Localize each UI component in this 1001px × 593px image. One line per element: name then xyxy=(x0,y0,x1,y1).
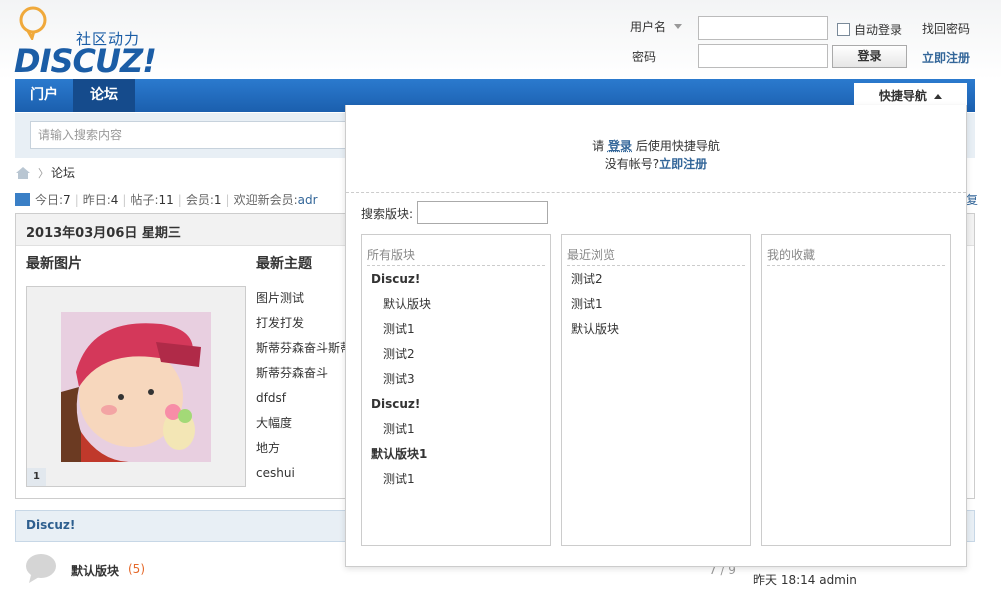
password-input[interactable] xyxy=(698,44,828,68)
latest-photos-heading: 最新图片 xyxy=(26,256,82,272)
username-input[interactable] xyxy=(698,16,828,40)
chevron-down-icon[interactable] xyxy=(674,24,682,30)
login-box: 用户名 自动登录 找回密码 密码 登录 立即注册 xyxy=(620,12,990,72)
stats-new-member-link[interactable]: adr xyxy=(298,193,318,207)
stats-members: 1 xyxy=(213,193,222,207)
login-button[interactable]: 登录 xyxy=(832,45,907,68)
recent-boards-column: 最近浏览 测试2 测试1 默认版块 xyxy=(561,234,751,546)
breadcrumb-separator: 〉 xyxy=(38,167,49,180)
board-item[interactable]: 测试2 xyxy=(371,346,431,371)
recent-board-item[interactable]: 测试2 xyxy=(571,271,619,296)
stats-welcome-label: 欢迎新会员: xyxy=(233,193,298,207)
search-input[interactable]: 请输入搜索内容 xyxy=(30,121,360,149)
stats-posts-label: 帖子: xyxy=(130,193,159,207)
quick-nav-register-prompt: 没有帐号?立即注册 xyxy=(604,157,708,171)
topic-item[interactable]: ceshui xyxy=(256,465,356,490)
quick-nav-register-link[interactable]: 立即注册 xyxy=(659,157,707,171)
all-boards-heading: 所有版块 xyxy=(367,246,545,266)
quick-nav-login-link[interactable]: 登录 xyxy=(608,139,632,153)
topic-item[interactable]: 地方 xyxy=(256,440,356,465)
board-group-item[interactable]: Discuz! xyxy=(371,271,431,296)
username-label: 用户名 xyxy=(630,20,667,34)
quick-nav-popup: 请 登录 后使用快捷导航 没有帐号?立即注册 搜索版块: 所有版块 Discuz… xyxy=(345,105,967,567)
topic-item[interactable]: dfdsf xyxy=(256,390,356,415)
panel-date: 2013年03月06日 星期三 xyxy=(26,226,181,241)
board-search-input[interactable] xyxy=(417,201,548,224)
forum-bubble-icon xyxy=(26,554,56,583)
recent-boards-heading: 最近浏览 xyxy=(567,246,745,266)
site-logo[interactable]: 社区动力 DISCUZ! xyxy=(14,6,157,80)
recent-board-item[interactable]: 测试1 xyxy=(571,296,619,321)
board-item[interactable]: 测试1 xyxy=(371,321,431,346)
recent-board-item[interactable]: 默认版块 xyxy=(571,321,619,346)
photo-index-badge[interactable]: 1 xyxy=(27,468,46,486)
register-link[interactable]: 立即注册 xyxy=(922,49,970,66)
caret-up-icon xyxy=(934,94,943,99)
favorites-heading: 我的收藏 xyxy=(767,246,945,266)
quick-nav-login-prompt: 请 登录 后使用快捷导航 xyxy=(592,139,720,153)
recent-boards-list: 测试2 测试1 默认版块 xyxy=(571,271,619,346)
auto-login-checkbox[interactable] xyxy=(837,23,850,36)
favorites-column: 我的收藏 xyxy=(761,234,951,546)
home-icon[interactable] xyxy=(15,166,31,180)
board-group-item[interactable]: 默认版块1 xyxy=(371,446,431,471)
all-boards-column: 所有版块 Discuz! 默认版块 测试1 测试2 测试3 Discuz! 测试1 默认版块1… xyxy=(361,234,551,546)
topic-item[interactable]: 斯蒂芬森奋斗 xyxy=(256,365,356,390)
password-label: 密码 xyxy=(632,50,657,64)
nav-item-portal[interactable]: 门户 xyxy=(15,79,73,112)
nav-item-forum[interactable]: 论坛 xyxy=(73,79,135,112)
board-item[interactable]: 测试3 xyxy=(371,371,431,396)
category-title[interactable]: Discuz! xyxy=(26,518,75,532)
forum-today-count: (5) xyxy=(128,562,145,576)
stats-chart-icon xyxy=(15,193,30,206)
site-header: 社区动力 DISCUZ! 用户名 自动登录 找回密码 密码 登录 立即注册 xyxy=(0,0,1001,80)
topic-item[interactable]: 图片测试 xyxy=(256,290,356,315)
forum-stats: 今日:7 | 昨日:4 | 帖子:11 | 会员:1 | 欢迎新会员:adr xyxy=(15,191,318,207)
logo-bulb-icon xyxy=(19,6,47,40)
stats-posts: 11 xyxy=(158,193,174,207)
breadcrumb-current[interactable]: 论坛 xyxy=(51,164,75,181)
stats-members-label: 会员: xyxy=(185,193,214,207)
latest-topics-heading: 最新主题 xyxy=(256,256,312,272)
topic-item[interactable]: 大幅度 xyxy=(256,415,356,440)
board-search-label: 搜索版块: xyxy=(361,207,414,221)
quick-nav-label: 快捷导航 xyxy=(878,89,927,103)
forum-last-post[interactable]: 昨天 18:14 admin xyxy=(753,571,857,588)
stats-tail-link[interactable]: 复 xyxy=(966,191,978,208)
photo-slider[interactable]: 1 xyxy=(26,286,246,487)
all-boards-list: Discuz! 默认版块 测试1 测试2 测试3 Discuz! 测试1 默认版块1 测试1 xyxy=(371,271,431,496)
auto-login-label: 自动登录 xyxy=(854,23,903,37)
find-password-link[interactable]: 找回密码 xyxy=(922,20,970,37)
board-item[interactable]: 测试1 xyxy=(371,471,431,496)
stats-today: 7 xyxy=(63,193,71,207)
stats-yesterday-label: 昨日: xyxy=(82,193,111,207)
stats-today-label: 今日: xyxy=(35,193,64,207)
board-item[interactable]: 默认版块 xyxy=(371,296,431,321)
board-item[interactable]: 测试1 xyxy=(371,421,431,446)
divider xyxy=(346,192,966,193)
forum-name[interactable]: 默认版块 xyxy=(71,562,119,579)
topic-item[interactable]: 斯蒂芬森奋斗斯蒂 xyxy=(256,340,356,365)
topic-item[interactable]: 打发打发 xyxy=(256,315,356,340)
stats-yesterday: 4 xyxy=(110,193,119,207)
latest-topics-list: 图片测试 打发打发 斯蒂芬森奋斗斯蒂 斯蒂芬森奋斗 dfdsf 大幅度 地方 c… xyxy=(256,290,356,490)
board-group-item[interactable]: Discuz! xyxy=(371,396,431,421)
cartoon-avatar-image[interactable] xyxy=(61,312,211,462)
logo-brand: DISCUZ! xyxy=(14,42,157,80)
